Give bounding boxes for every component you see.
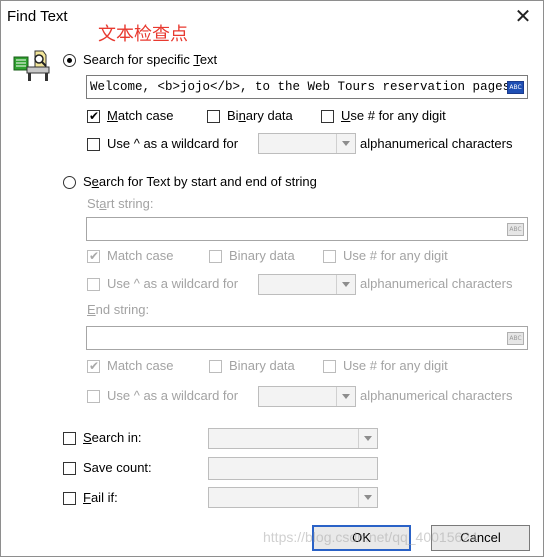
- find-text-dialog: Find Text 文本检查点 ✕ Search for specific Te…: [0, 0, 544, 557]
- wildcard-label: Use ^ as a wildcard for: [107, 136, 239, 151]
- start-binary-label: Binary data: [229, 248, 295, 263]
- end-string-label: End string:: [87, 302, 150, 317]
- digit-checkbox[interactable]: [321, 110, 334, 123]
- chevron-down-icon[interactable]: [336, 275, 355, 294]
- end-binary-label: Binary data: [229, 358, 295, 373]
- chevron-down-icon[interactable]: [336, 387, 355, 406]
- start-string-input[interactable]: ABC: [86, 217, 528, 241]
- chevron-down-icon[interactable]: [358, 488, 377, 507]
- specific-text-input[interactable]: Welcome, <b>jojo</b>, to the Web Tours r…: [86, 75, 528, 99]
- save-count-input[interactable]: [208, 457, 378, 480]
- search-in-select[interactable]: [208, 428, 378, 449]
- match-case-checkbox[interactable]: ✔: [87, 109, 100, 123]
- radio-start-end-label: Search for Text by start and end of stri…: [83, 174, 317, 189]
- text-editor-icon[interactable]: ABC: [507, 332, 524, 345]
- end-wildcard-checkbox[interactable]: [87, 390, 100, 403]
- specific-text-value[interactable]: Welcome, <b>jojo</b>, to the Web Tours r…: [90, 80, 510, 94]
- end-alpha-label: alphanumerical characters: [360, 388, 513, 403]
- radio-specific-text-label: Search for specific Text: [83, 52, 218, 67]
- search-in-label: Search in:: [83, 430, 142, 445]
- wildcard-select[interactable]: [258, 133, 356, 154]
- fail-if-select[interactable]: [208, 487, 378, 508]
- start-match-case-checkbox[interactable]: ✔: [87, 249, 100, 263]
- binary-data-checkbox[interactable]: [207, 110, 220, 123]
- start-match-case-label: Match case: [107, 248, 174, 263]
- end-match-case-label: Match case: [107, 358, 174, 373]
- end-string-input[interactable]: ABC: [86, 326, 528, 350]
- end-digit-checkbox[interactable]: [323, 360, 336, 373]
- start-alpha-label: alphanumerical characters: [360, 276, 513, 291]
- text-editor-icon[interactable]: ABC: [507, 223, 524, 236]
- end-digit-label: Use # for any digit: [343, 358, 448, 373]
- radio-specific-text[interactable]: [63, 54, 76, 67]
- chevron-down-icon[interactable]: [358, 429, 377, 448]
- text-editor-icon[interactable]: ABC: [507, 81, 524, 94]
- end-match-case-checkbox[interactable]: ✔: [87, 359, 100, 373]
- title-watermark: 文本检查点: [98, 24, 188, 45]
- end-binary-checkbox[interactable]: [209, 360, 222, 373]
- radio-dot: [67, 58, 72, 63]
- find-text-icon: [13, 50, 50, 81]
- start-digit-checkbox[interactable]: [323, 250, 336, 263]
- wildcard-checkbox[interactable]: [87, 138, 100, 151]
- search-in-checkbox[interactable]: [63, 432, 76, 445]
- start-string-label: Start string:: [87, 196, 154, 211]
- digit-label: Use # for any digit: [341, 108, 446, 123]
- end-wildcard-label: Use ^ as a wildcard for: [107, 388, 239, 403]
- radio-start-end[interactable]: [63, 176, 76, 189]
- start-wildcard-checkbox[interactable]: [87, 278, 100, 291]
- start-wildcard-label: Use ^ as a wildcard for: [107, 276, 239, 291]
- save-count-checkbox[interactable]: [63, 462, 76, 475]
- binary-data-label: Binary data: [227, 108, 293, 123]
- close-icon[interactable]: ✕: [512, 6, 534, 28]
- url-watermark: https://blog.csdn.net/qq_40015624: [263, 529, 478, 545]
- start-wildcard-select[interactable]: [258, 274, 356, 295]
- start-digit-label: Use # for any digit: [343, 248, 448, 263]
- match-case-label: Match case: [107, 108, 174, 123]
- alpha-label: alphanumerical characters: [360, 136, 513, 151]
- start-binary-checkbox[interactable]: [209, 250, 222, 263]
- dialog-title: Find Text: [7, 8, 68, 25]
- save-count-label: Save count:: [83, 460, 152, 475]
- fail-if-label: Fail if:: [83, 490, 118, 505]
- end-wildcard-select[interactable]: [258, 386, 356, 407]
- chevron-down-icon[interactable]: [336, 134, 355, 153]
- fail-if-checkbox[interactable]: [63, 492, 76, 505]
